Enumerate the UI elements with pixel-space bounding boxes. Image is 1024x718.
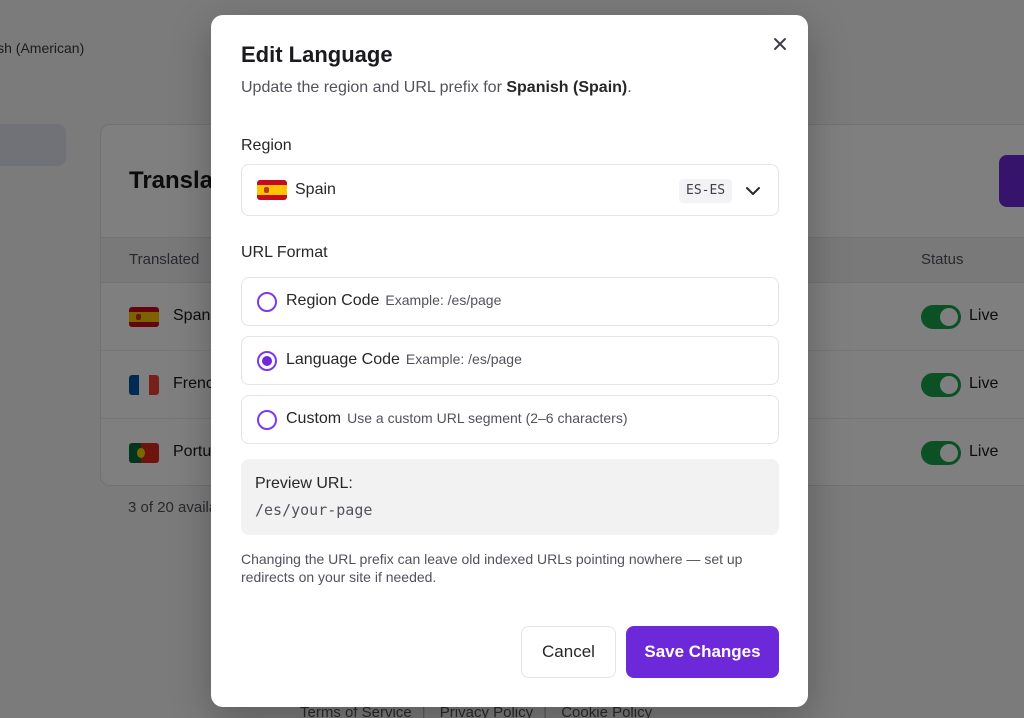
option-hint: Example: /es/page (385, 292, 502, 308)
radio-custom[interactable] (257, 410, 277, 430)
spain-flag-icon (257, 180, 287, 200)
option-hint: Use a custom URL segment (2–6 characters… (347, 410, 628, 426)
preview-url-label: Preview URL: (255, 475, 353, 492)
region-select[interactable]: Spain ES-ES (241, 164, 779, 216)
option-label: Custom (286, 410, 342, 427)
chevron-down-icon (746, 187, 760, 195)
url-format-option-language-code[interactable]: Language Code Example: /es/page (241, 336, 779, 385)
option-label: Language Code (286, 351, 400, 368)
radio-region-code[interactable] (257, 292, 277, 312)
option-label: Region Code (286, 292, 380, 309)
preview-url-box: Preview URL: /es/your-page (241, 459, 779, 535)
dialog-title: Edit Language (241, 42, 393, 67)
option-hint: Example: /es/page (405, 351, 522, 367)
dialog-subtitle: Update the region and URL prefix for Spa… (241, 79, 632, 97)
close-icon (774, 38, 786, 50)
radio-language-code[interactable] (257, 351, 277, 371)
url-format-option-custom[interactable]: Custom Use a custom URL segment (2–6 char… (241, 395, 779, 444)
preview-url-value: /es/your-page (255, 501, 373, 519)
subtitle-suffix: . (627, 79, 632, 96)
region-value: Spain (295, 181, 336, 198)
cancel-button[interactable]: Cancel (521, 626, 616, 678)
url-format-label: URL Format (241, 244, 328, 261)
subtitle-language: Spanish (Spain) (506, 79, 628, 96)
region-code-badge: ES-ES (679, 179, 733, 203)
close-button[interactable] (768, 32, 792, 56)
region-label: Region (241, 137, 292, 154)
redirect-warning-text: Changing the URL prefix can leave old in… (241, 551, 743, 585)
save-changes-button[interactable]: Save Changes (626, 626, 779, 678)
url-format-option-region-code[interactable]: Region Code Example: /es/page (241, 277, 779, 326)
edit-language-dialog: Edit Language Update the region and URL … (211, 15, 808, 707)
subtitle-prefix: Update the region and URL prefix for (241, 79, 507, 96)
